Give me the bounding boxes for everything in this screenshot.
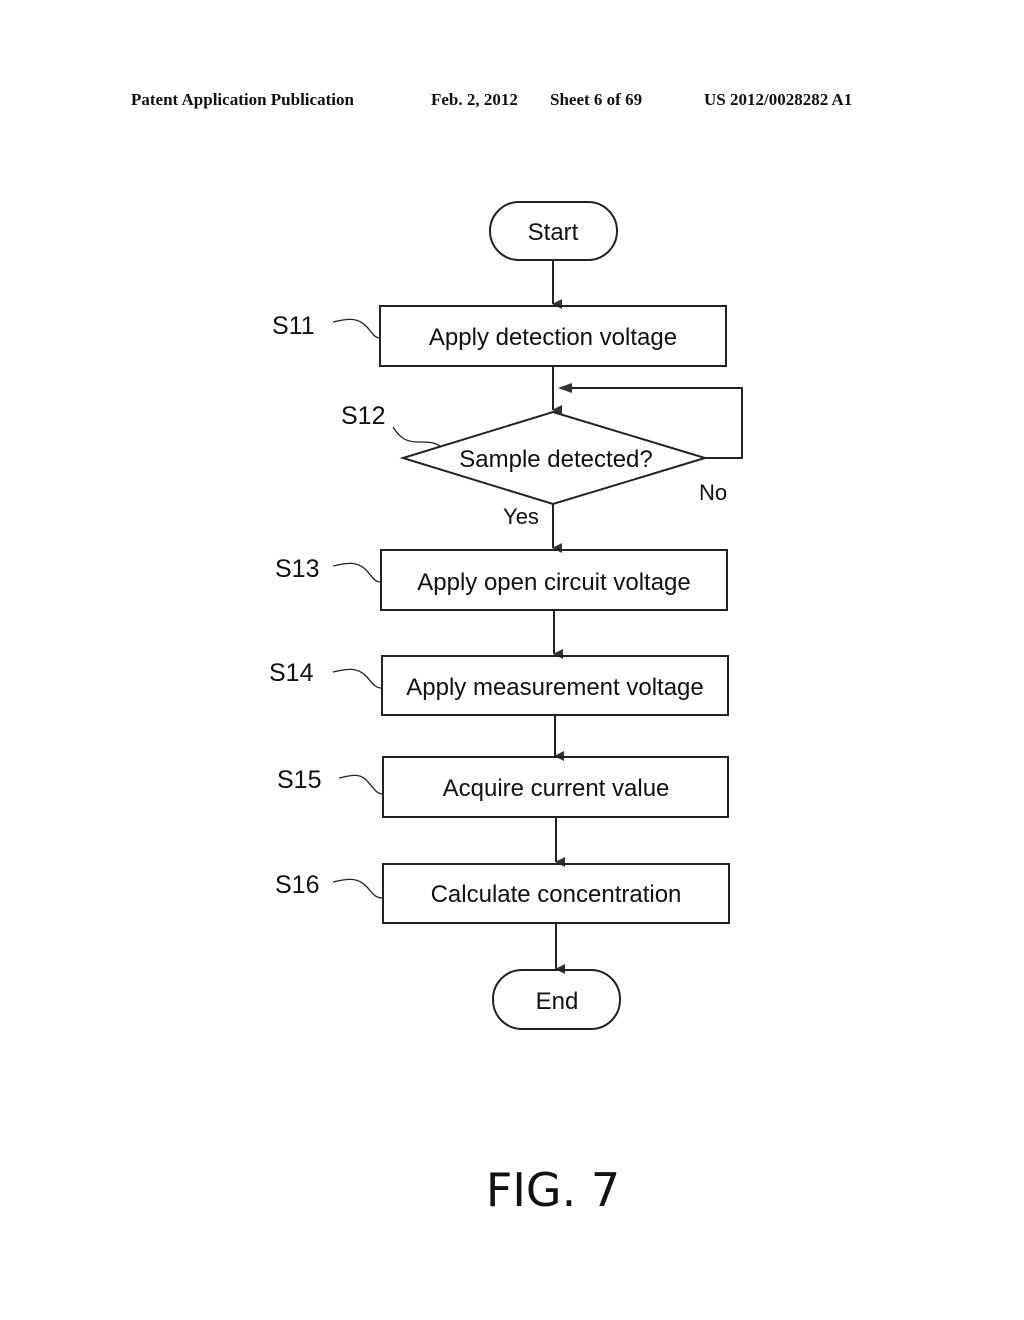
step-s16-label: Calculate concentration: [431, 881, 682, 908]
step-s13-label: Apply open circuit voltage: [417, 569, 691, 596]
step-s12-label: Sample detected?: [459, 446, 652, 473]
step-id-s12: S12: [341, 402, 385, 430]
step-s15-label: Acquire current value: [443, 775, 670, 802]
step-id-s14: S14: [269, 659, 314, 687]
step-id-s16: S16: [275, 871, 319, 899]
step-id-s11: S11: [272, 312, 315, 340]
leader-s11: [332, 318, 381, 339]
step-s11-label: Apply detection voltage: [429, 324, 677, 351]
step-id-s15: S15: [277, 766, 321, 794]
leader-s12: [392, 426, 441, 447]
leader-s15: [338, 774, 384, 795]
leader-s14: [332, 668, 383, 689]
loop-arrowhead: [558, 383, 572, 393]
yes-label: Yes: [503, 504, 539, 529]
leader-s13: [332, 562, 382, 583]
leader-s16: [332, 878, 384, 899]
start-label: Start: [528, 219, 579, 246]
step-s14-label: Apply measurement voltage: [406, 674, 704, 701]
end-label: End: [536, 988, 579, 1015]
flowchart: Start Apply detection voltage Sample det…: [269, 201, 743, 1217]
no-label: No: [699, 480, 727, 505]
step-id-s13: S13: [275, 555, 319, 583]
figure-label: FIG. 7: [486, 1163, 620, 1217]
